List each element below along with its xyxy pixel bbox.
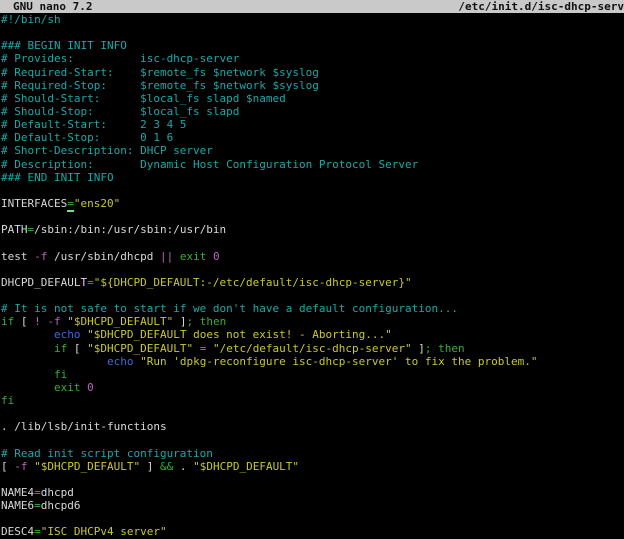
code-line: [ -f "$DHCPD_DEFAULT" ] && . "$DHCPD_DEF… (1, 460, 624, 473)
code-line: # Required-Start: $remote_fs $network $s… (1, 66, 624, 79)
code-line: test -f /usr/sbin/dhcpd || exit 0 (1, 250, 624, 263)
code-line (1, 473, 624, 486)
code-line (1, 434, 624, 447)
nano-titlebar: GNU nano 7.2 /etc/init.d/isc-dhcp-serv (0, 0, 624, 13)
code-line (1, 263, 624, 276)
code-line: if [ ! -f "$DHCPD_DEFAULT" ]; then (1, 315, 624, 328)
code-line: ### BEGIN INIT INFO (1, 39, 624, 52)
code-line: # Default-Stop: 0 1 6 (1, 131, 624, 144)
text-cursor: = (67, 197, 74, 212)
code-line: # It is not safe to start if we don't ha… (1, 302, 624, 315)
code-line: INTERFACES="ens20" (1, 197, 624, 210)
code-line: # Description: Dynamic Host Configuratio… (1, 158, 624, 171)
code-line: PATH=/sbin:/bin:/usr/sbin:/usr/bin (1, 223, 624, 236)
terminal-window: GNU nano 7.2 /etc/init.d/isc-dhcp-serv #… (0, 0, 624, 539)
code-line: # Default-Start: 2 3 4 5 (1, 118, 624, 131)
code-line: fi (1, 394, 624, 407)
code-line: if [ "$DHCPD_DEFAULT" = "/etc/default/is… (1, 342, 624, 355)
editor-area[interactable]: #!/bin/sh ### BEGIN INIT INFO# Provides: … (1, 13, 624, 539)
code-line: echo "$DHCPD_DEFAULT does not exist! - A… (1, 328, 624, 341)
code-line: # Should-Stop: $local_fs slapd (1, 105, 624, 118)
code-line (1, 236, 624, 249)
code-line: # Short-Description: DHCP server (1, 144, 624, 157)
code-line (1, 26, 624, 39)
code-line: #!/bin/sh (1, 13, 624, 26)
code-line: ### END INIT INFO (1, 171, 624, 184)
code-line: # Provides: isc-dhcp-server (1, 52, 624, 65)
code-line: echo "Run 'dpkg-reconfigure isc-dhcp-ser… (1, 355, 624, 368)
code-line: # Read init script configuration (1, 447, 624, 460)
code-line: NAME4=dhcpd (1, 486, 624, 499)
nano-version-label: GNU nano 7.2 (0, 0, 92, 13)
code-line: . /lib/lsb/init-functions (1, 420, 624, 433)
code-line: exit 0 (1, 381, 624, 394)
code-line (1, 512, 624, 525)
code-line (1, 407, 624, 420)
code-line: DESC4="ISC DHCPv4 server" (1, 525, 624, 538)
code-line: DHCPD_DEFAULT="${DHCPD_DEFAULT:-/etc/def… (1, 276, 624, 289)
code-line (1, 184, 624, 197)
code-line: # Should-Start: $local_fs slapd $named (1, 92, 624, 105)
code-line: # Required-Stop: $remote_fs $network $sy… (1, 79, 624, 92)
file-path-label: /etc/init.d/isc-dhcp-serv (458, 0, 624, 13)
code-line (1, 289, 624, 302)
code-line (1, 210, 624, 223)
code-line: NAME6=dhcpd6 (1, 499, 624, 512)
code-line: fi (1, 368, 624, 381)
